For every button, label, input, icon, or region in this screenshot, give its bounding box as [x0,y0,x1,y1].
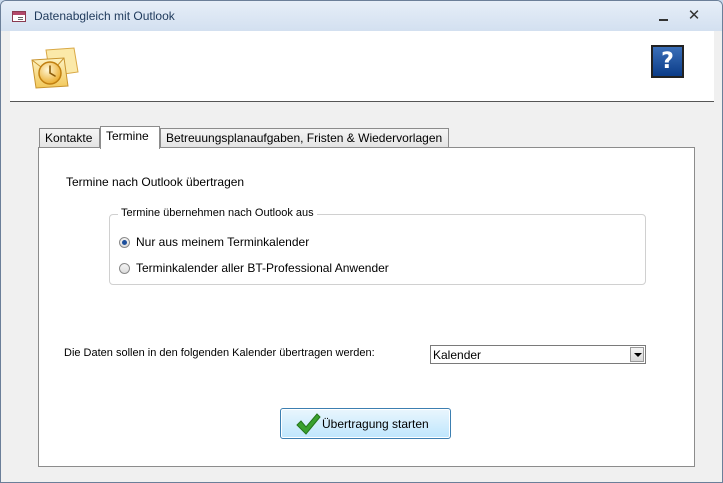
tab-kontakte[interactable]: Kontakte [39,128,100,148]
minimize-icon [658,18,668,21]
help-button[interactable]: ? [651,45,684,78]
help-icon: ? [661,49,674,74]
close-button[interactable]: ✕ [682,7,706,25]
calendar-select-value: Kalender [433,348,482,362]
form-icon [12,11,26,22]
calendar-label: Die Daten sollen in den folgenden Kalend… [64,347,375,359]
start-transfer-button[interactable]: Übertragung starten [280,408,451,439]
checkmark-icon [296,413,321,435]
close-icon: ✕ [687,7,701,24]
radio-button-checked[interactable] [119,237,130,248]
radio-own-calendar[interactable]: Nur aus meinem Terminkalender [119,235,309,249]
start-transfer-label: Übertragung starten [322,417,429,431]
radio-all-users-calendar[interactable]: Terminkalender aller BT-Professional Anw… [119,261,389,275]
outlook-sync-window: Datenabgleich mit Outlook ✕ ? Kontakte T… [0,0,723,483]
radio-button[interactable] [119,263,130,274]
radio-label: Nur aus meinem Terminkalender [136,235,310,249]
minimize-button[interactable] [651,7,675,25]
panel-heading: Termine nach Outlook übertragen [66,175,245,189]
header-area [10,31,714,102]
radio-label: Terminkalender aller BT-Professional Anw… [136,261,389,275]
window-title: Datenabgleich mit Outlook [34,9,175,23]
tab-betreuungsplanaufgaben[interactable]: Betreuungsplanaufgaben, Fristen & Wieder… [160,128,449,148]
chevron-down-icon[interactable] [630,347,644,362]
calendar-select[interactable]: Kalender [430,345,646,364]
tab-termine[interactable]: Termine [100,126,160,149]
outlook-envelope-icon [31,47,79,89]
title-bar[interactable]: Datenabgleich mit Outlook ✕ [1,1,722,31]
group-label: Termine übernehmen nach Outlook aus [118,207,317,219]
termine-tab-panel: Termine nach Outlook übertragen Termine … [38,147,695,467]
termine-source-group: Termine übernehmen nach Outlook aus Nur … [109,207,646,285]
